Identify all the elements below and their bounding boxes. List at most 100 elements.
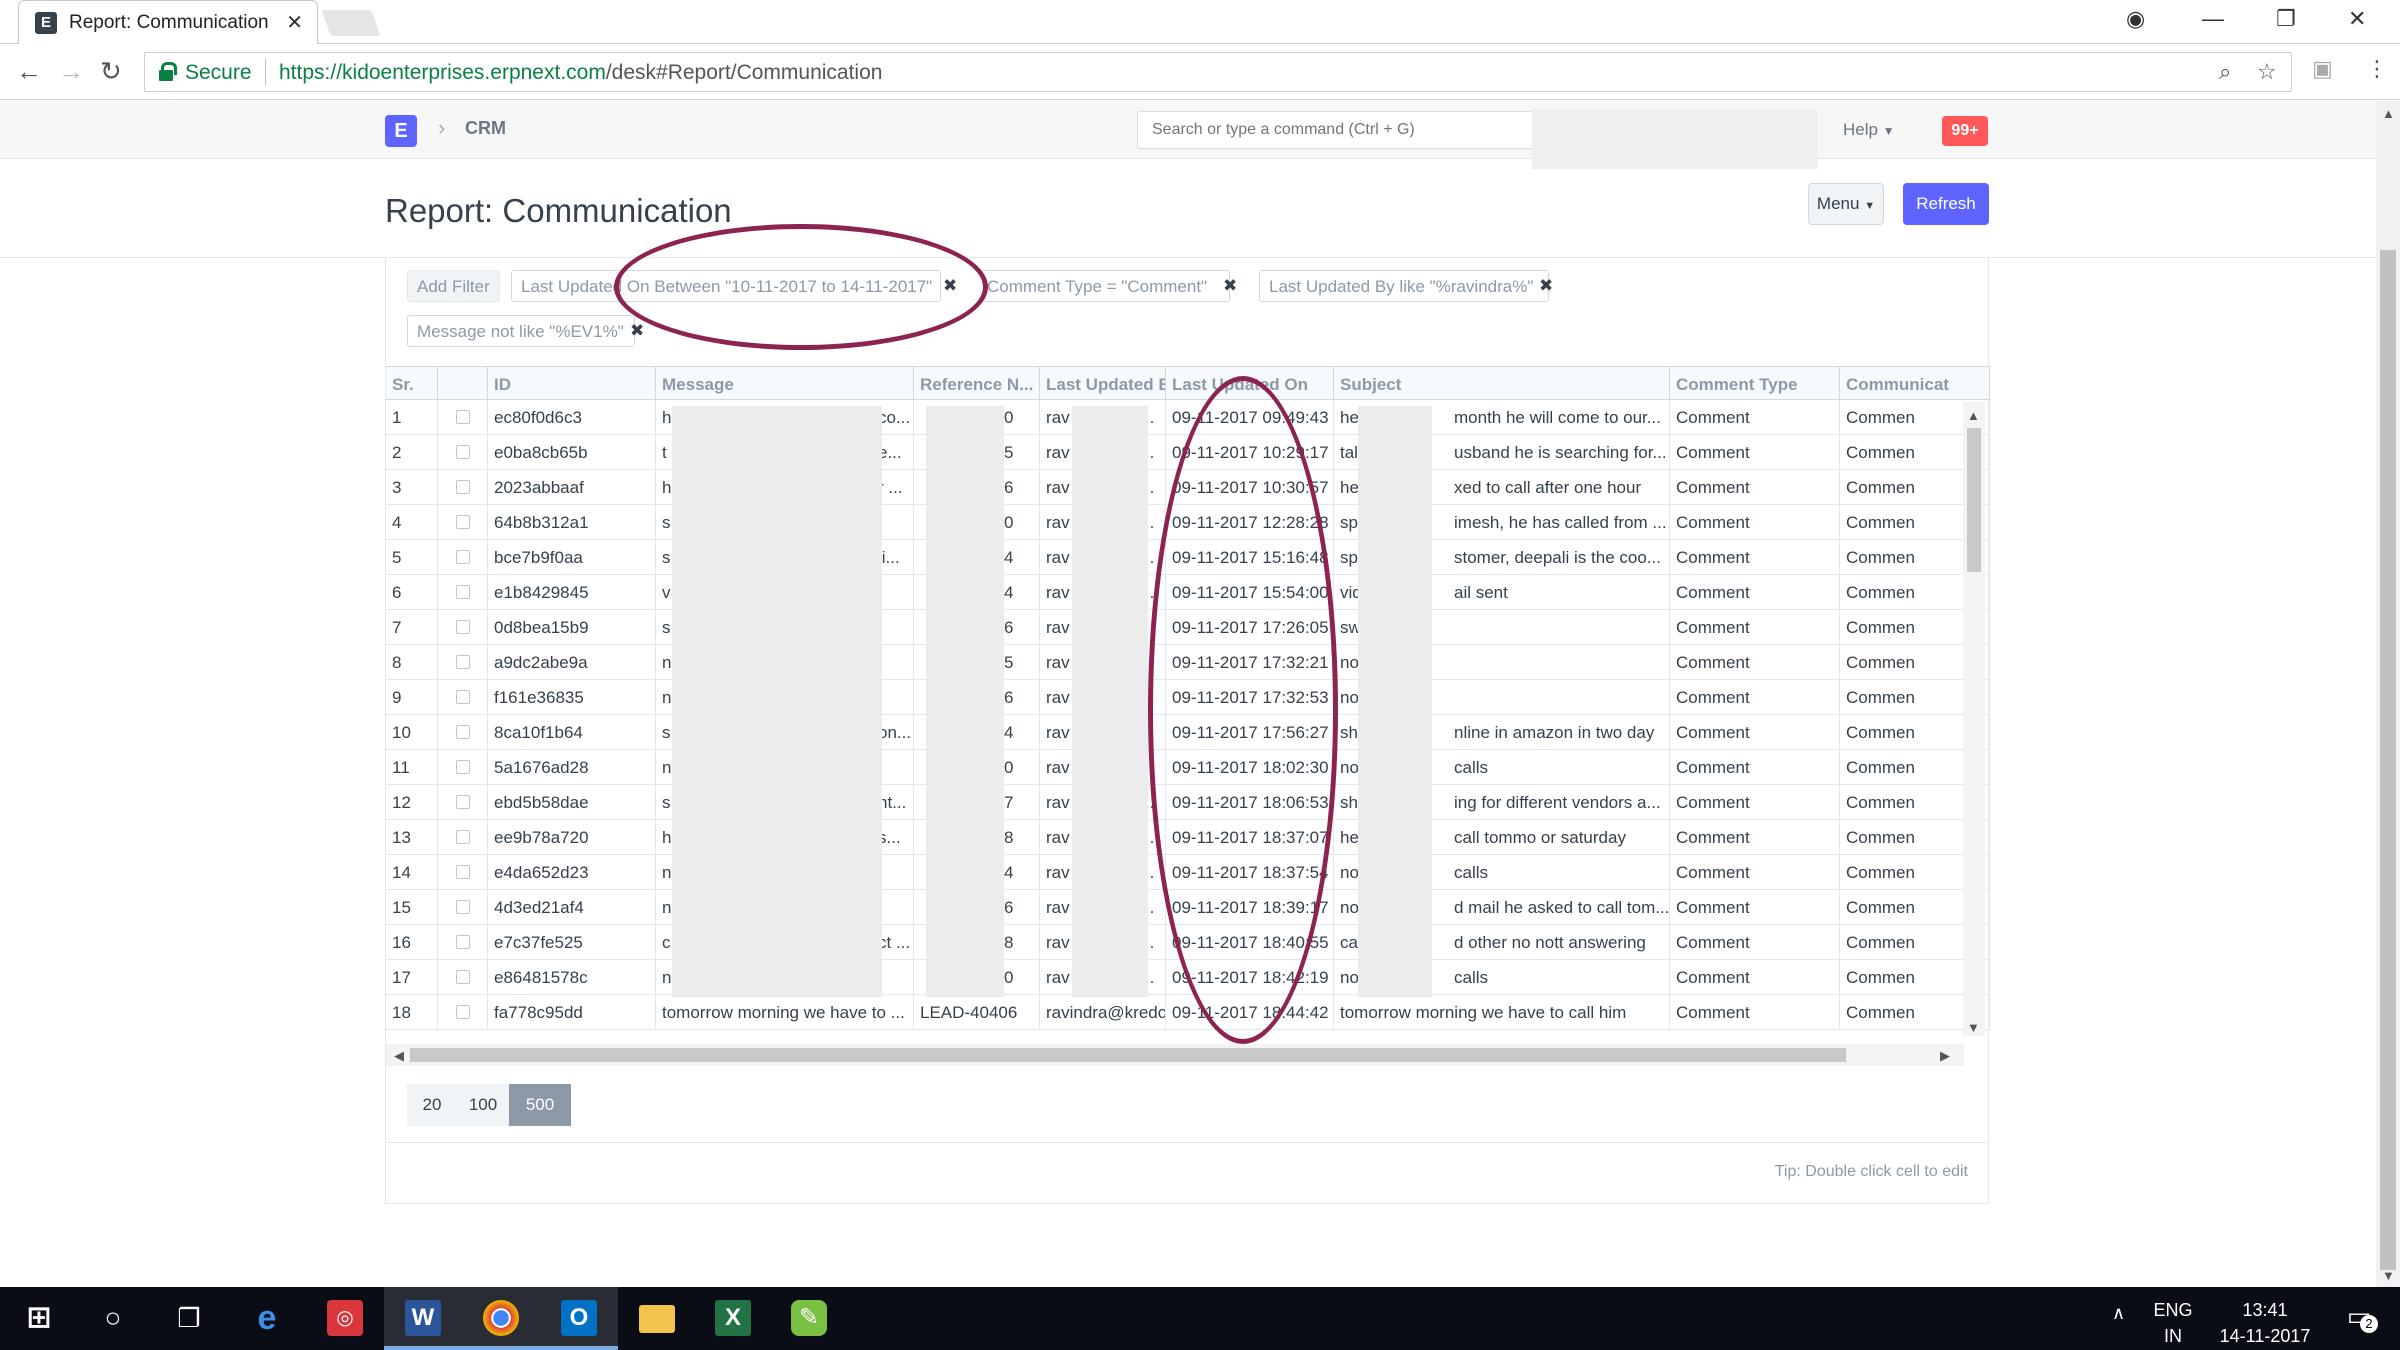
grid-vertical-scroll-thumb[interactable] — [1967, 428, 1981, 572]
cell-id[interactable]: a9dc2abe9a — [488, 645, 656, 680]
cell-id[interactable]: 8ca10f1b64 — [488, 715, 656, 750]
cell-id[interactable]: bce7b9f0aa — [488, 540, 656, 575]
taskbar-file-explorer[interactable] — [618, 1287, 696, 1350]
column-header[interactable]: ID — [488, 367, 656, 401]
cell-last-updated-on[interactable]: 09-11-2017 18:40:55 — [1166, 925, 1334, 960]
cell-comment-type[interactable]: Comment — [1670, 435, 1840, 470]
bookmark-star-icon[interactable]: ☆ — [2257, 59, 2277, 85]
cell-reference[interactable]: LEAD-40406 — [914, 995, 1040, 1030]
remove-filter-icon[interactable]: ✖ — [943, 276, 957, 296]
cell-checkbox[interactable] — [438, 575, 488, 610]
cell-sr[interactable]: 1 — [386, 400, 438, 435]
cell-checkbox[interactable] — [438, 995, 488, 1030]
row-checkbox[interactable] — [456, 410, 470, 424]
cell-last-updated-on[interactable]: 09-11-2017 18:06:53 — [1166, 785, 1334, 820]
row-checkbox[interactable] — [456, 480, 470, 494]
cell-sr[interactable]: 5 — [386, 540, 438, 575]
cell-sr[interactable]: 8 — [386, 645, 438, 680]
cell-sr[interactable]: 11 — [386, 750, 438, 785]
tab-close-icon[interactable]: ✕ — [286, 10, 303, 35]
profile-icon[interactable]: ◉ — [2126, 6, 2145, 32]
cell-sr[interactable]: 4 — [386, 505, 438, 540]
table-row[interactable]: 70d8bea15b9s6ravedol...09-11-2017 17:26:… — [386, 610, 1990, 645]
row-checkbox[interactable] — [456, 690, 470, 704]
cell-comment-type[interactable]: Comment — [1670, 540, 1840, 575]
row-checkbox[interactable] — [456, 655, 470, 669]
filter-last-updated-by[interactable]: Last Updated By like "%ravindra%" — [1259, 270, 1549, 302]
start-button[interactable]: ⊞ — [0, 1287, 78, 1350]
scroll-up-arrow-icon[interactable]: ▲ — [1967, 408, 1980, 423]
add-filter-button[interactable]: Add Filter — [407, 270, 500, 302]
cell-comment-type[interactable]: Comment — [1670, 610, 1840, 645]
cell-last-updated-on[interactable]: 09-11-2017 10:29:17 — [1166, 435, 1334, 470]
cell-sr[interactable]: 6 — [386, 575, 438, 610]
cell-comment-type[interactable]: Comment — [1670, 855, 1840, 890]
table-row[interactable]: 17e86481578cn0ravedol...09-11-2017 18:42… — [386, 960, 1990, 995]
cell-comment-type[interactable]: Comment — [1670, 575, 1840, 610]
cell-last-updated-on[interactable]: 09-11-2017 17:26:05 — [1166, 610, 1334, 645]
column-header[interactable] — [438, 367, 488, 401]
back-icon[interactable]: ← — [16, 56, 42, 87]
table-row[interactable]: 6e1b8429845v4ravedol...09-11-2017 15:54:… — [386, 575, 1990, 610]
cell-comment-type[interactable]: Comment — [1670, 820, 1840, 855]
cell-checkbox[interactable] — [438, 785, 488, 820]
extension-icon[interactable]: ▣ — [2312, 56, 2333, 82]
cell-last-updated-on[interactable]: 09-11-2017 17:32:53 — [1166, 680, 1334, 715]
cell-sr[interactable]: 16 — [386, 925, 438, 960]
erpnext-logo[interactable]: E — [385, 115, 417, 147]
cell-id[interactable]: 0d8bea15b9 — [488, 610, 656, 645]
column-header[interactable]: Reference N... — [914, 367, 1040, 401]
row-checkbox[interactable] — [456, 935, 470, 949]
refresh-button[interactable]: Refresh — [1903, 183, 1989, 225]
remove-filter-icon[interactable]: ✖ — [1223, 276, 1237, 296]
cell-last-updated-by[interactable]: ravindra@kredol... — [1040, 995, 1166, 1030]
filter-message-not-like[interactable]: Message not like "%EV1%" — [407, 315, 635, 347]
tray-expand-icon[interactable]: ∧ — [2112, 1303, 2125, 1324]
cell-id[interactable]: ee9b78a720 — [488, 820, 656, 855]
taskbar-excel[interactable]: X — [694, 1287, 772, 1350]
breadcrumb-crm[interactable]: CRM — [465, 118, 506, 139]
browser-tab[interactable]: E Report: Communication ✕ — [18, 0, 318, 44]
cell-checkbox[interactable] — [438, 435, 488, 470]
column-header[interactable]: Last Updated By — [1040, 367, 1166, 401]
cell-sr[interactable]: 18 — [386, 995, 438, 1030]
cell-last-updated-on[interactable]: 09-11-2017 12:28:28 — [1166, 505, 1334, 540]
row-checkbox[interactable] — [456, 585, 470, 599]
cell-id[interactable]: 2023abbaaf — [488, 470, 656, 505]
cell-last-updated-on[interactable]: 09-11-2017 09:49:43 — [1166, 400, 1334, 435]
cell-comment-type[interactable]: Comment — [1670, 505, 1840, 540]
cell-id[interactable]: e0ba8cb65b — [488, 435, 656, 470]
cell-sr[interactable]: 17 — [386, 960, 438, 995]
forward-icon[interactable]: → — [58, 56, 84, 87]
cell-checkbox[interactable] — [438, 750, 488, 785]
filter-comment-type[interactable]: Comment Type = "Comment" — [978, 270, 1230, 302]
column-header[interactable]: Sr. — [386, 367, 438, 401]
table-row[interactable]: 8a9dc2abe9an5ravedol...09-11-2017 17:32:… — [386, 645, 1990, 680]
row-checkbox[interactable] — [456, 620, 470, 634]
table-row[interactable]: 14e4da652d23n4ravedol...09-11-2017 18:37… — [386, 855, 1990, 890]
cell-comment-type[interactable]: Comment — [1670, 400, 1840, 435]
cell-sr[interactable]: 10 — [386, 715, 438, 750]
taskbar-edge[interactable]: e — [228, 1287, 306, 1350]
cell-last-updated-on[interactable]: 09-11-2017 18:44:42 — [1166, 995, 1334, 1030]
row-checkbox[interactable] — [456, 865, 470, 879]
cell-message[interactable]: tomorrow morning we have to ... — [656, 995, 914, 1030]
table-row[interactable]: 115a1676ad28n0ravedol...09-11-2017 18:02… — [386, 750, 1990, 785]
table-row[interactable]: 464b8b312a1s0ravedol...09-11-2017 12:28:… — [386, 505, 1990, 540]
remove-filter-icon[interactable]: ✖ — [630, 321, 644, 341]
grid-horizontal-scroll-thumb[interactable] — [410, 1048, 1846, 1062]
taskbar-evernote[interactable]: ✎ — [770, 1287, 848, 1350]
page-length-500[interactable]: 500 — [509, 1084, 571, 1126]
cell-id[interactable]: e7c37fe525 — [488, 925, 656, 960]
cell-sr[interactable]: 13 — [386, 820, 438, 855]
cell-id[interactable]: 5a1676ad28 — [488, 750, 656, 785]
row-checkbox[interactable] — [456, 795, 470, 809]
row-checkbox[interactable] — [456, 550, 470, 564]
cell-id[interactable]: 64b8b312a1 — [488, 505, 656, 540]
cell-sr[interactable]: 7 — [386, 610, 438, 645]
table-row[interactable]: 154d3ed21af4n6ravedol...09-11-2017 18:39… — [386, 890, 1990, 925]
cell-sr[interactable]: 14 — [386, 855, 438, 890]
row-checkbox[interactable] — [456, 830, 470, 844]
table-row[interactable]: 13ee9b78a720hs...8ravedol...09-11-2017 1… — [386, 820, 1990, 855]
cell-checkbox[interactable] — [438, 645, 488, 680]
